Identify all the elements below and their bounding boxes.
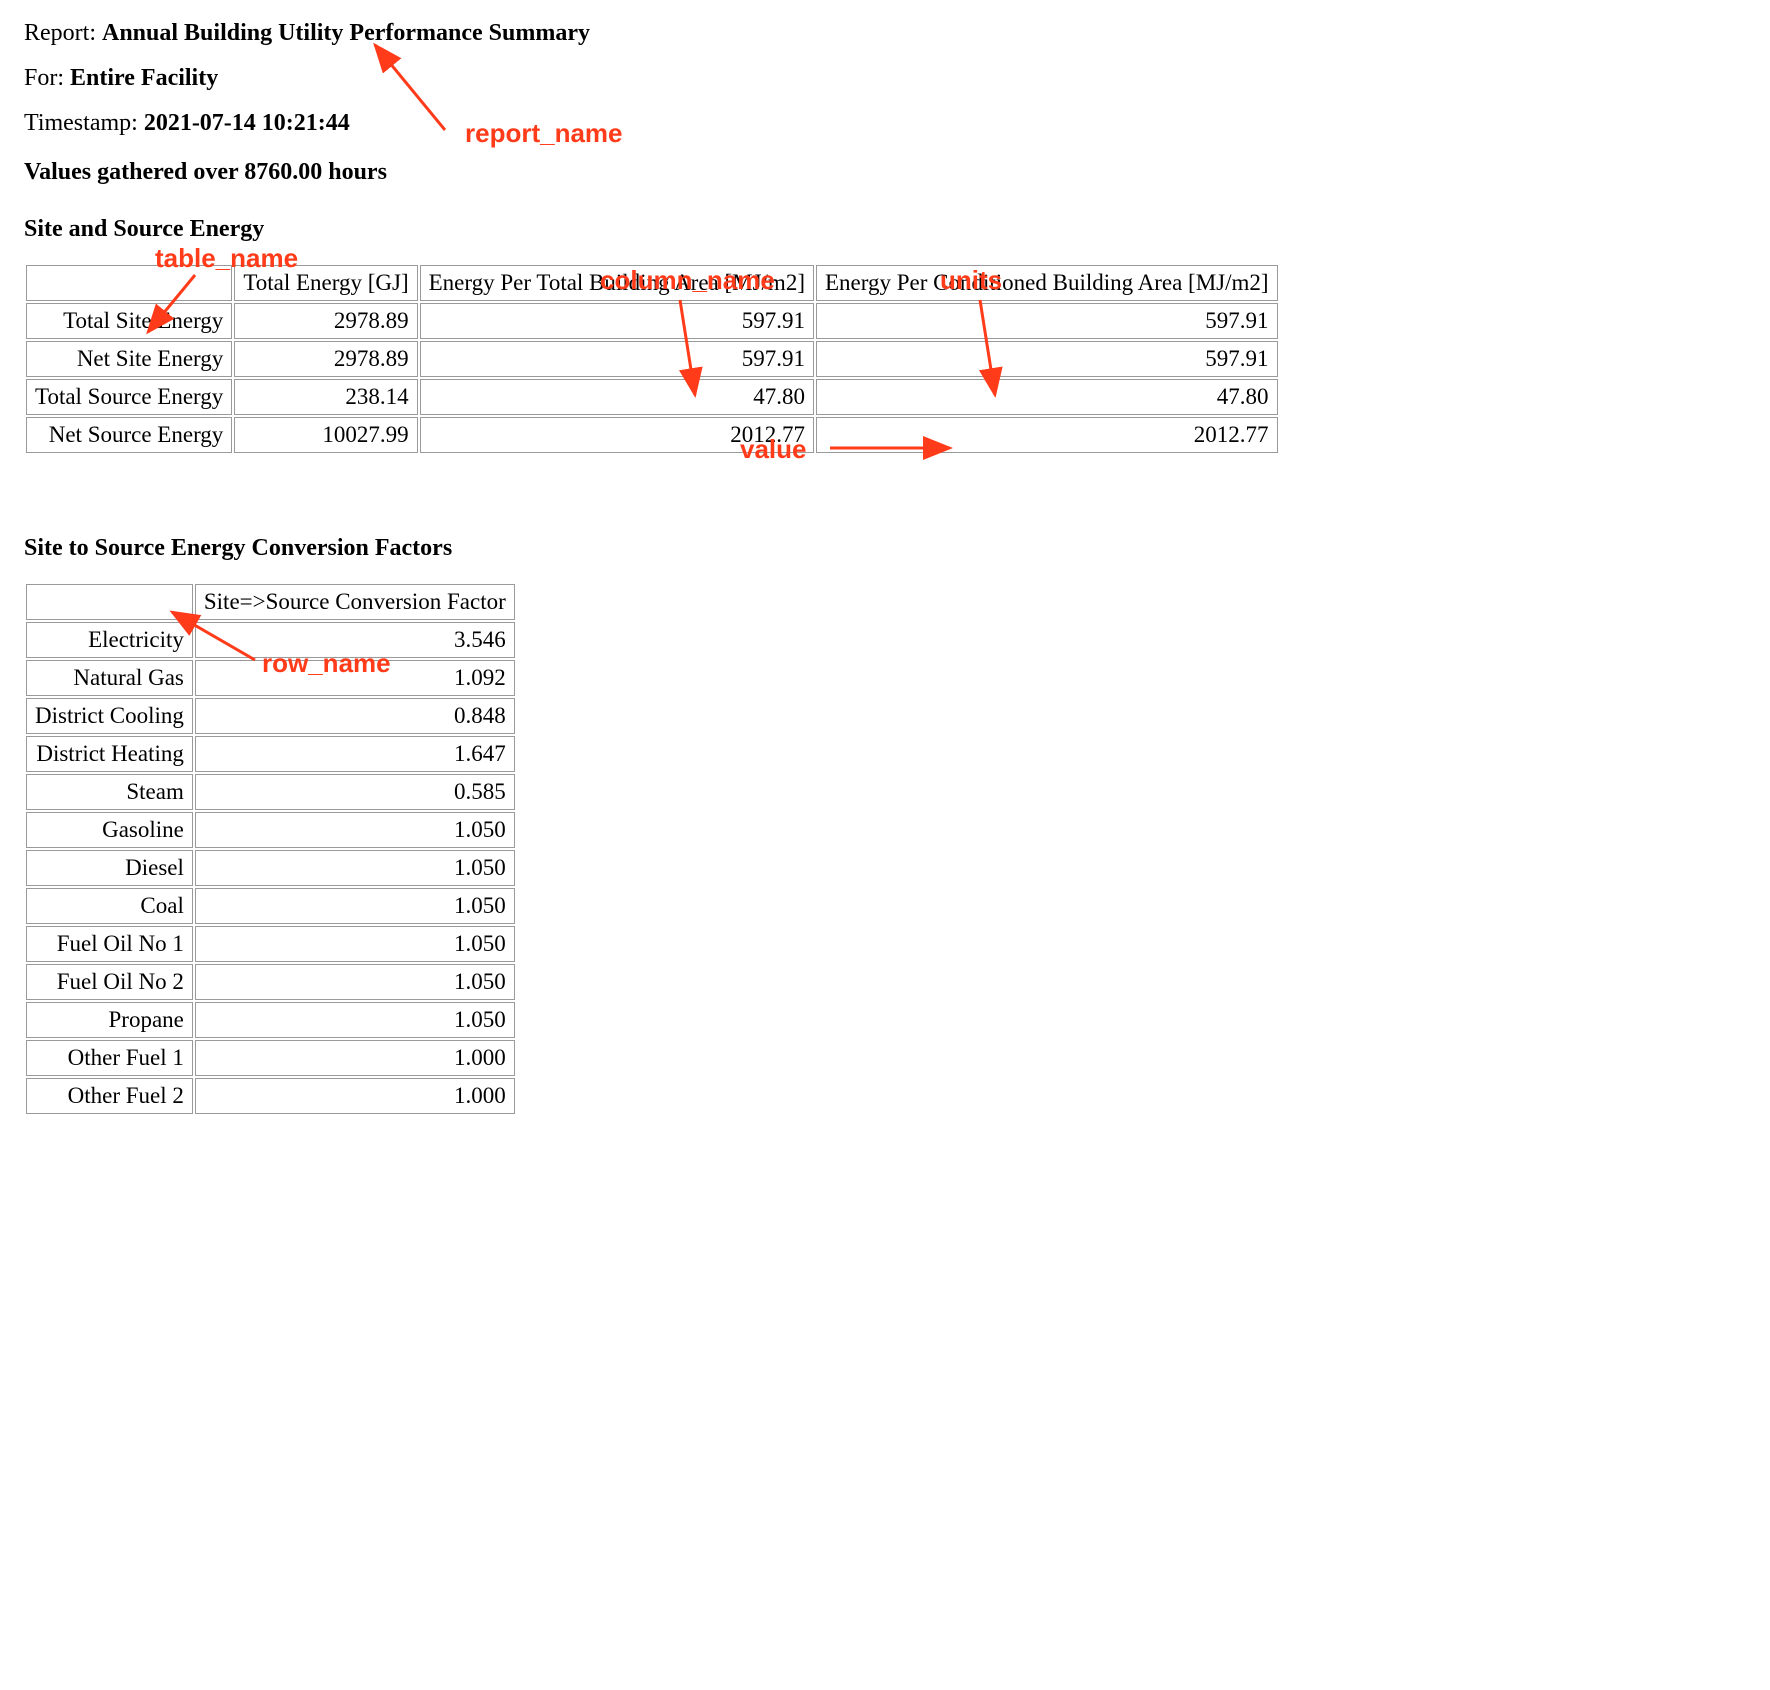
table-row: Net Site Energy 2978.89 597.91 597.91 xyxy=(26,341,1278,377)
t2-r3-v0: 1.647 xyxy=(195,736,515,772)
table2-header-row: Site=>Source Conversion Factor xyxy=(26,584,515,620)
t2-r4-name: Steam xyxy=(26,774,193,810)
table1-row1-val2: 597.91 xyxy=(816,341,1278,377)
t2-r9-v0: 1.050 xyxy=(195,964,515,1000)
t2-r7-name: Coal xyxy=(26,888,193,924)
table1-row3-val1: 2012.77 xyxy=(420,417,814,453)
table1-header-row: Total Energy [GJ] Energy Per Total Build… xyxy=(26,265,1278,301)
t2-r2-v0: 0.848 xyxy=(195,698,515,734)
t2-r8-v0: 1.050 xyxy=(195,926,515,962)
t2-r12-v0: 1.000 xyxy=(195,1078,515,1114)
table1-row1-val1: 597.91 xyxy=(420,341,814,377)
report-name: Annual Building Utility Performance Summ… xyxy=(102,20,590,46)
report-label: Report: xyxy=(24,20,102,46)
t2-r9-name: Fuel Oil No 2 xyxy=(26,964,193,1000)
hours-line: Values gathered over 8760.00 hours xyxy=(24,159,1746,186)
conversion-factors-table: Site=>Source Conversion Factor Electrici… xyxy=(24,582,517,1116)
table1-row2-val1: 47.80 xyxy=(420,379,814,415)
t2-r1-name: Natural Gas xyxy=(26,660,193,696)
t2-r4-v0: 0.585 xyxy=(195,774,515,810)
table-row: Other Fuel 21.000 xyxy=(26,1078,515,1114)
table-row: Steam0.585 xyxy=(26,774,515,810)
table1-col-0: Total Energy [GJ] xyxy=(234,265,417,301)
table2-corner xyxy=(26,584,193,620)
table2-col-0: Site=>Source Conversion Factor xyxy=(195,584,515,620)
table1-row0-val1: 597.91 xyxy=(420,303,814,339)
table-row: Fuel Oil No 11.050 xyxy=(26,926,515,962)
table1-corner xyxy=(26,265,232,301)
table1-title: Site and Source Energy xyxy=(24,216,1746,243)
table-row: Total Source Energy 238.14 47.80 47.80 xyxy=(26,379,1278,415)
table1-row1-name: Net Site Energy xyxy=(26,341,232,377)
table-row: District Heating1.647 xyxy=(26,736,515,772)
table1-row0-val0: 2978.89 xyxy=(234,303,417,339)
table-row: Gasoline1.050 xyxy=(26,812,515,848)
t2-r7-v0: 1.050 xyxy=(195,888,515,924)
for-label: For: xyxy=(24,65,70,91)
t2-r10-name: Propane xyxy=(26,1002,193,1038)
table-row: Coal1.050 xyxy=(26,888,515,924)
t2-r11-v0: 1.000 xyxy=(195,1040,515,1076)
t2-r11-name: Other Fuel 1 xyxy=(26,1040,193,1076)
site-source-energy-table: Total Energy [GJ] Energy Per Total Build… xyxy=(24,263,1280,455)
t2-r1-v0: 1.092 xyxy=(195,660,515,696)
table-row: Propane1.050 xyxy=(26,1002,515,1038)
for-line: For: Entire Facility xyxy=(24,65,1746,92)
timestamp-value: 2021-07-14 10:21:44 xyxy=(144,110,350,136)
table1-row0-val2: 597.91 xyxy=(816,303,1278,339)
report-line: Report: Annual Building Utility Performa… xyxy=(24,20,1746,47)
table1-row2-name: Total Source Energy xyxy=(26,379,232,415)
t2-r0-name: Electricity xyxy=(26,622,193,658)
table-row: Electricity3.546 xyxy=(26,622,515,658)
table-row: Natural Gas1.092 xyxy=(26,660,515,696)
for-value: Entire Facility xyxy=(70,65,218,91)
table1-col-2: Energy Per Conditioned Building Area [MJ… xyxy=(816,265,1278,301)
table1-row2-val2: 47.80 xyxy=(816,379,1278,415)
t2-r3-name: District Heating xyxy=(26,736,193,772)
t2-r5-v0: 1.050 xyxy=(195,812,515,848)
timestamp-label: Timestamp: xyxy=(24,110,144,136)
table-row: Total Site Energy 2978.89 597.91 597.91 xyxy=(26,303,1278,339)
table1-row0-name: Total Site Energy xyxy=(26,303,232,339)
table1-col-1: Energy Per Total Building Area [MJ/m2] xyxy=(420,265,814,301)
table1-row3-val0: 10027.99 xyxy=(234,417,417,453)
t2-r10-v0: 1.050 xyxy=(195,1002,515,1038)
t2-r6-name: Diesel xyxy=(26,850,193,886)
table-row: Other Fuel 11.000 xyxy=(26,1040,515,1076)
t2-r5-name: Gasoline xyxy=(26,812,193,848)
t2-r8-name: Fuel Oil No 1 xyxy=(26,926,193,962)
table1-row3-name: Net Source Energy xyxy=(26,417,232,453)
timestamp-line: Timestamp: 2021-07-14 10:21:44 xyxy=(24,110,1746,137)
table1-row3-val2: 2012.77 xyxy=(816,417,1278,453)
t2-r6-v0: 1.050 xyxy=(195,850,515,886)
t2-r0-v0: 3.546 xyxy=(195,622,515,658)
table-row: District Cooling0.848 xyxy=(26,698,515,734)
table1-row2-val0: 238.14 xyxy=(234,379,417,415)
table2-title: Site to Source Energy Conversion Factors xyxy=(24,535,1746,562)
table1-row1-val0: 2978.89 xyxy=(234,341,417,377)
table-row: Fuel Oil No 21.050 xyxy=(26,964,515,1000)
table-row: Net Source Energy 10027.99 2012.77 2012.… xyxy=(26,417,1278,453)
t2-r12-name: Other Fuel 2 xyxy=(26,1078,193,1114)
table-row: Diesel1.050 xyxy=(26,850,515,886)
t2-r2-name: District Cooling xyxy=(26,698,193,734)
